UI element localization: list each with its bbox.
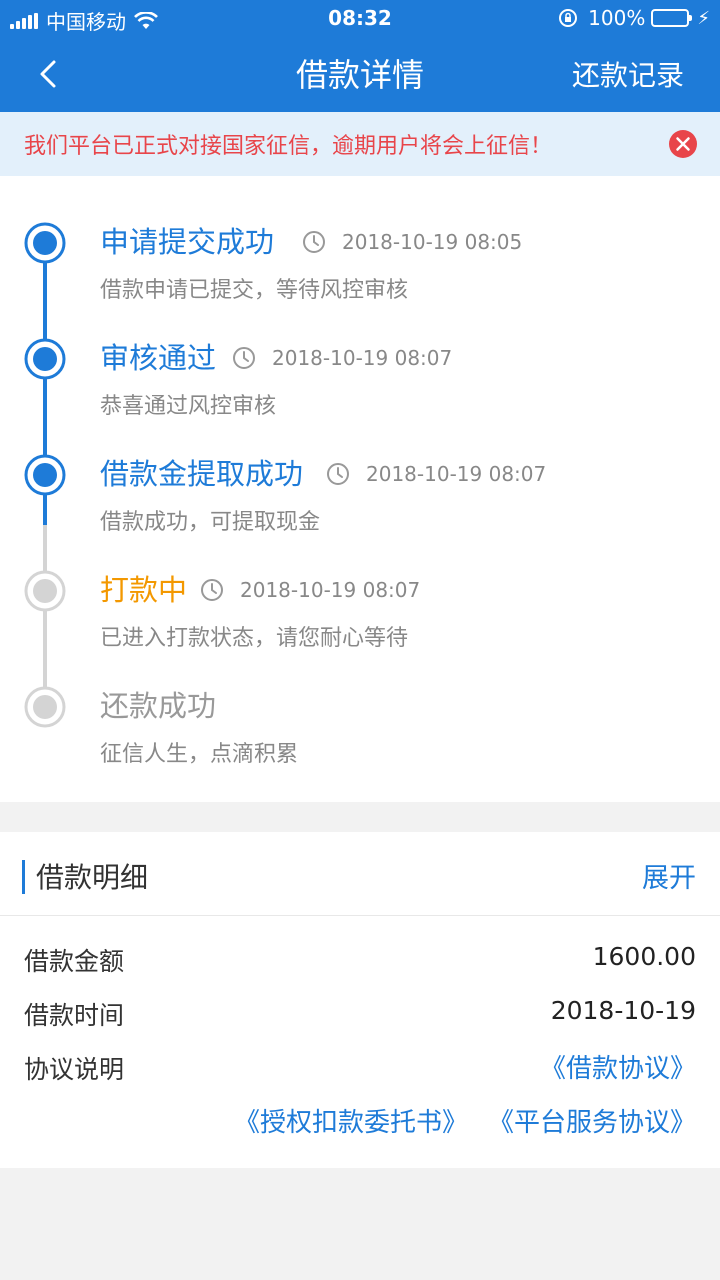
- authorization-link[interactable]: 《授权扣款委托书》: [234, 1102, 468, 1139]
- timeline-step: 打款中 2018-10-19 08:07 已进入打款状态，请您耐心等待: [0, 570, 720, 680]
- detail-header: 借款明细 展开: [0, 832, 720, 916]
- step-time: 2018-10-19 08:07: [272, 346, 453, 370]
- loan-agreement-link[interactable]: 《借款协议》: [540, 1048, 696, 1085]
- notice-banner: 我们平台已正式对接国家征信，逾期用户将会上征信！: [0, 112, 720, 176]
- loan-amount-value: 1600.00: [592, 942, 696, 971]
- battery-icon: [651, 9, 693, 27]
- step-time: 2018-10-19 08:07: [366, 462, 547, 486]
- status-right: 100% ⚡: [558, 6, 710, 30]
- loan-time-label: 借款时间: [24, 1001, 125, 1030]
- step-description: 征信人生，点滴积累: [100, 742, 299, 767]
- timeline-step: 审核通过 2018-10-19 08:07 恭喜通过风控审核: [0, 338, 720, 448]
- loan-progress-timeline: 申请提交成功 2018-10-19 08:05 借款申请已提交，等待风控审核 审…: [0, 176, 720, 802]
- step-title: 打款中: [100, 573, 188, 607]
- step-pending-icon: [24, 570, 66, 612]
- section-accent-bar: [22, 860, 25, 894]
- step-title: 申请提交成功: [100, 225, 275, 259]
- step-description: 借款申请已提交，等待风控审核: [100, 278, 409, 303]
- clock-icon: [201, 579, 223, 601]
- expand-button[interactable]: 展开: [642, 856, 696, 895]
- step-description: 已进入打款状态，请您耐心等待: [100, 626, 409, 651]
- nav-bar: 借款详情 还款记录: [0, 36, 720, 112]
- step-title: 审核通过: [100, 341, 217, 375]
- status-bar: 中国移动 08:32 100% ⚡: [0, 0, 720, 36]
- timeline-step: 还款成功 征信人生，点滴积累: [0, 686, 720, 796]
- step-time: 2018-10-19 08:07: [240, 578, 421, 602]
- charging-icon: ⚡: [697, 7, 710, 29]
- step-title: 借款金提取成功: [100, 457, 304, 491]
- loan-detail-section: 借款明细 展开 借款金额 1600.00 借款时间 2018-10-19 协议说…: [0, 832, 720, 1168]
- timeline-step: 借款金提取成功 2018-10-19 08:07 借款成功，可提取现金: [0, 454, 720, 564]
- timeline-step: 申请提交成功 2018-10-19 08:05 借款申请已提交，等待风控审核: [0, 222, 720, 332]
- header: 中国移动 08:32 100% ⚡ 借款详情 还款记录: [0, 0, 720, 112]
- step-pending-icon: [24, 686, 66, 728]
- step-done-icon: [24, 338, 66, 380]
- notice-text: 我们平台已正式对接国家征信，逾期用户将会上征信！: [24, 134, 553, 159]
- step-done-icon: [24, 454, 66, 496]
- step-description: 恭喜通过风控审核: [100, 394, 277, 419]
- step-title: 还款成功: [100, 689, 217, 723]
- orientation-lock-icon: [559, 9, 578, 27]
- step-description: 借款成功，可提取现金: [100, 510, 321, 535]
- step-done-icon: [24, 222, 66, 264]
- step-time: 2018-10-19 08:05: [342, 230, 523, 254]
- clock-icon: [327, 463, 349, 485]
- close-icon[interactable]: [666, 127, 700, 161]
- loan-time-value: 2018-10-19: [550, 996, 696, 1025]
- repayment-record-button[interactable]: 还款记录: [572, 54, 684, 94]
- loan-amount-label: 借款金额: [24, 947, 125, 976]
- clock-icon: [303, 231, 325, 253]
- service-agreement-link[interactable]: 《平台服务协议》: [488, 1102, 696, 1139]
- battery-percent: 100%: [588, 6, 646, 30]
- agreement-label: 协议说明: [24, 1055, 125, 1084]
- clock-icon: [233, 347, 255, 369]
- detail-title: 借款明细: [36, 861, 149, 894]
